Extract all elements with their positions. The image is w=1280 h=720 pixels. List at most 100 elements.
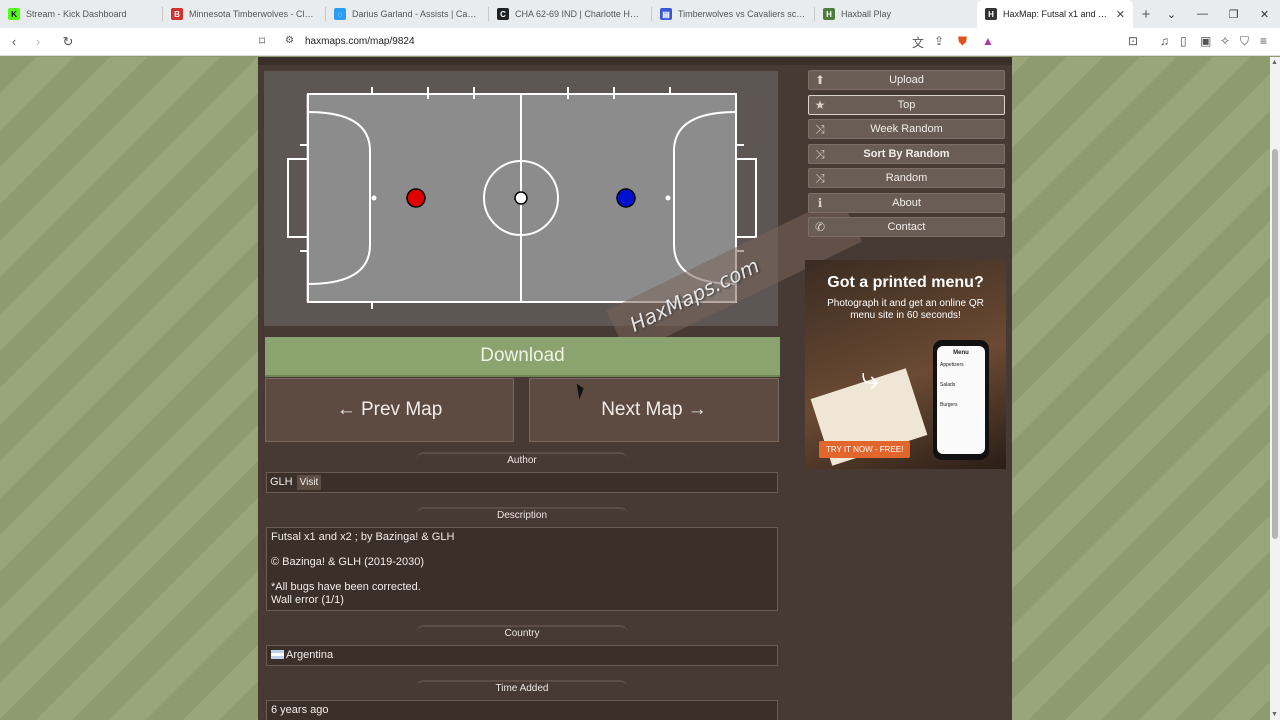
screenshot-icon[interactable]: ⊡	[1128, 34, 1138, 48]
sidebar-item-label: Sort By Random	[863, 148, 950, 160]
sidebar-item-about[interactable]: ℹ About	[808, 193, 1005, 213]
browser-tab[interactable]: H Haxball Play	[815, 0, 977, 28]
author-name: GLH	[270, 476, 293, 488]
star-icon: ★	[814, 98, 826, 112]
next-map-button[interactable]: Next Map →	[529, 378, 779, 442]
time-added-field: 6 years ago	[266, 700, 778, 720]
browser-tab[interactable]: B Minnesota Timberwolves - Cleveland	[163, 0, 325, 28]
translate-icon[interactable]: 文	[912, 34, 924, 51]
country-label: Country	[416, 625, 628, 641]
author-field: GLH Visit	[266, 472, 778, 493]
description-label: Description	[416, 507, 628, 523]
top-divider	[258, 57, 1012, 65]
arrow-icon: ⤷	[861, 360, 879, 396]
sidebar-item-label: About	[892, 197, 921, 209]
site-info-icon[interactable]: ⚙	[285, 35, 294, 46]
country-name: Argentina	[286, 649, 334, 661]
map-preview: HaxMaps.com	[264, 71, 862, 356]
shuffle-icon: ⤨	[815, 121, 825, 136]
visit-link[interactable]: Visit	[296, 475, 322, 490]
phone-menu-section: Salads	[940, 382, 956, 388]
scoreboard-icon: C	[497, 8, 509, 20]
ball	[514, 191, 528, 205]
blue-player	[616, 188, 636, 208]
tab-title: Minnesota Timberwolves - Cleveland	[189, 9, 317, 19]
tab-title: HaxMap: Futsal x1 and x2 ; by B	[1003, 9, 1110, 19]
description-line: © Bazinga! & GLH (2019-2030)	[271, 556, 425, 568]
tab-title: Darius Garland - Assists | Cavaliers	[352, 9, 480, 19]
phone-menu-section: Burgers	[940, 402, 958, 408]
page-background: HaxMaps.com Download ← Prev Map Next Map…	[0, 57, 1270, 720]
sidebar-item-upload[interactable]: ⬆ Upload	[808, 70, 1005, 90]
download-button[interactable]: Download	[265, 337, 780, 377]
author-label: Author	[416, 452, 628, 468]
description-line: Futsal x1 and x2 ; by Bazinga! & GLH	[271, 531, 455, 543]
info-icon: ℹ	[817, 196, 823, 210]
sidebar-item-top[interactable]: ★ Top	[808, 95, 1005, 115]
back-icon[interactable]: ‹	[4, 34, 24, 49]
prev-map-button[interactable]: ← Prev Map	[265, 378, 514, 442]
shield-icon[interactable]: ⛊	[958, 34, 967, 49]
sidebar-item-label: Random	[885, 172, 928, 184]
share-icon[interactable]: ⇪	[934, 34, 944, 48]
menu-icon[interactable]: ≡	[1260, 34, 1267, 48]
description-line	[271, 544, 773, 556]
browser-tab[interactable]: ◌ Darius Garland - Assists | Cavaliers	[326, 0, 488, 28]
tab-title: CHA 62-69 IND | Charlotte Hornets	[515, 9, 643, 19]
sidebar-item-random[interactable]: ⤨ Random	[808, 168, 1005, 188]
browser-tab[interactable]: ▤ Timberwolves vs Cavaliers scores &	[652, 0, 814, 28]
tab-title: Haxball Play	[841, 9, 892, 19]
phone-menu-section: Appetizers	[940, 362, 964, 368]
phone-menu-heading: Menu	[953, 350, 969, 356]
haxmaps-icon: H	[985, 8, 997, 20]
rewards-icon[interactable]: ▲	[982, 34, 994, 48]
close-window-icon[interactable]: ✕	[1249, 0, 1280, 28]
restore-icon[interactable]: ❐	[1218, 0, 1249, 28]
description-field: Futsal x1 and x2 ; by Bazinga! & GLH © B…	[266, 527, 778, 611]
penalty-spot-left	[371, 195, 377, 201]
scroll-thumb[interactable]	[1272, 149, 1278, 539]
advertisement[interactable]: Got a printed menu? Photograph it and ge…	[805, 260, 1006, 469]
scroll-down-icon[interactable]: ▼	[1271, 711, 1278, 718]
sidebar-toggle-icon[interactable]: ▯	[1180, 34, 1187, 48]
kick-icon: K	[8, 8, 20, 20]
sidebar-item-label: Top	[897, 99, 916, 111]
upload-icon: ⬆	[814, 73, 826, 87]
red-player	[406, 188, 426, 208]
bookmark-icon[interactable]: ⌑	[259, 34, 265, 48]
close-tab-icon[interactable]: ✕	[1116, 8, 1125, 21]
tab-title: Timberwolves vs Cavaliers scores &	[678, 9, 806, 19]
scroll-up-icon[interactable]: ▲	[1271, 59, 1278, 66]
sidebar-item-label: Contact	[887, 221, 926, 233]
browser-tab-active[interactable]: H HaxMap: Futsal x1 and x2 ; by B ✕	[977, 0, 1133, 28]
description-line	[271, 569, 773, 581]
sidebar-item-sort-by-random[interactable]: ⤨ Sort By Random	[808, 144, 1005, 164]
vpn-icon[interactable]: ⛉	[1240, 34, 1249, 49]
browser-tab[interactable]: K Stream - Kick Dashboard	[0, 0, 162, 28]
browser-tab[interactable]: C CHA 62-69 IND | Charlotte Hornets	[489, 0, 651, 28]
wallet-icon[interactable]: ▣	[1200, 34, 1211, 48]
description-line: *All bugs have been corrected.	[271, 581, 421, 593]
phone-image: Menu Appetizers Salads Burgers	[933, 340, 989, 460]
address-bar[interactable]: haxmaps.com/map/9824	[305, 36, 415, 47]
haxball-icon: H	[823, 8, 835, 20]
sidebar-item-contact[interactable]: ✆ Contact	[808, 217, 1005, 237]
time-added-value: 6 years ago	[271, 704, 329, 716]
shuffle-icon: ⤨	[815, 170, 825, 185]
penalty-spot-right	[665, 195, 671, 201]
ai-icon[interactable]: ✧	[1220, 34, 1230, 48]
reload-icon[interactable]: ↻	[58, 34, 78, 50]
forward-icon[interactable]: ›	[28, 34, 48, 49]
page-scrollbar[interactable]: ▲ ▼	[1270, 57, 1280, 720]
ad-cta-button[interactable]: TRY IT NOW - FREE!	[819, 441, 911, 458]
stats-icon: ◌	[334, 8, 346, 20]
shuffle-icon: ⤨	[815, 146, 825, 161]
tab-search-icon[interactable]: ⌄	[1156, 0, 1187, 28]
browser-tab-bar: K Stream - Kick Dashboard B Minnesota Ti…	[0, 0, 1280, 28]
phone-icon: ✆	[814, 220, 826, 234]
sidebar-item-week-random[interactable]: ⤨ Week Random	[808, 119, 1005, 139]
bleacher-icon: B	[171, 8, 183, 20]
music-icon[interactable]: ♫	[1160, 34, 1169, 48]
description-line: Wall error (1/1)	[271, 594, 344, 606]
minimize-icon[interactable]: —	[1187, 0, 1218, 28]
